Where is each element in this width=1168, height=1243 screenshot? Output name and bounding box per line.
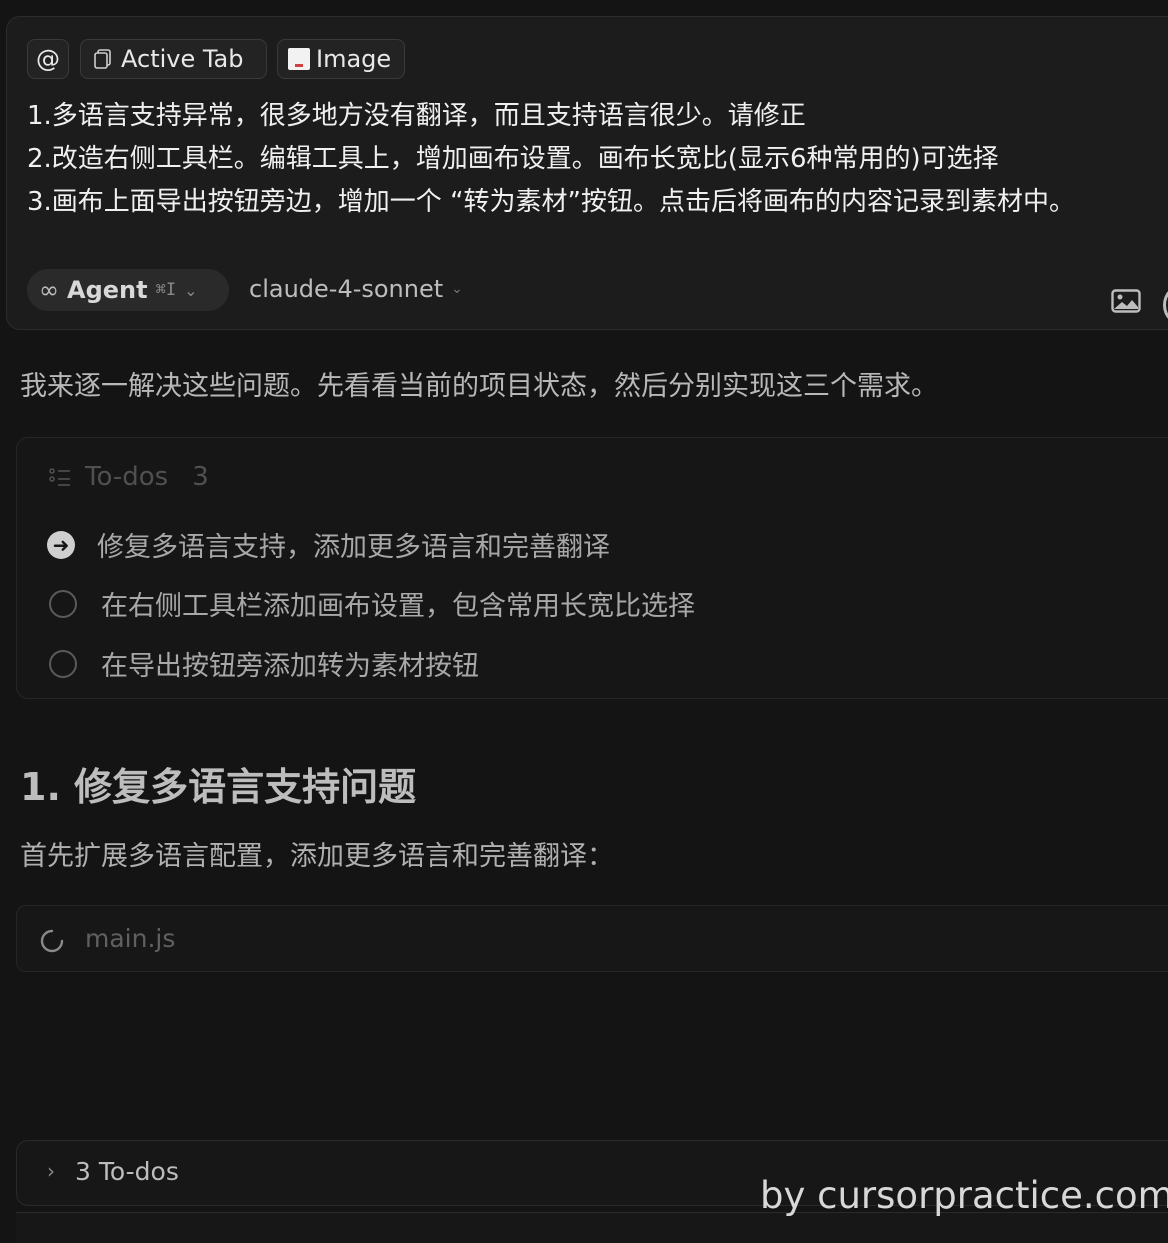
context-chip-label: Image	[316, 45, 392, 73]
todo-count: 3	[192, 462, 209, 492]
model-label: claude-4-sonnet	[249, 275, 444, 303]
image-upload-icon[interactable]	[1111, 289, 1141, 313]
arrow-right-circle-icon: ➜	[47, 530, 75, 559]
todo-item-label: 修复多语言支持，添加更多语言和完善翻译	[97, 532, 610, 563]
todo-title: To-dos	[85, 462, 169, 492]
context-chip-image[interactable]: Image	[277, 39, 405, 79]
send-button[interactable]	[1163, 283, 1168, 327]
prompt-input[interactable]: 1.多语言支持异常，很多地方没有翻译，而且支持语言很少。请修正 2.改造右侧工具…	[27, 95, 1168, 224]
prompt-line: 1.多语言支持异常，很多地方没有翻译，而且支持语言很少。请修正	[27, 101, 806, 131]
todos-collapsed-label: 3 To-dos	[75, 1157, 179, 1186]
assistant-intro-text: 我来逐一解决这些问题。先看看当前的项目状态，然后分别实现这三个需求。	[20, 371, 938, 402]
todo-item: 在右侧工具栏添加画布设置，包含常用长宽比选择	[47, 584, 695, 623]
todo-panel: To-dos 3 ➜ 修复多语言支持，添加更多语言和完善翻译 在右侧工具栏添加画…	[16, 437, 1168, 699]
todo-item: ➜ 修复多语言支持，添加更多语言和完善翻译	[47, 525, 610, 564]
image-thumbnail-icon	[288, 48, 310, 70]
empty-circle-icon	[49, 649, 77, 678]
context-chip-active-tab[interactable]: Active Tab	[80, 39, 267, 79]
file-copy-icon	[94, 49, 111, 69]
todo-item-label: 在右侧工具栏添加画布设置，包含常用长宽比选择	[101, 591, 695, 622]
empty-circle-icon	[49, 589, 77, 618]
at-symbol: @	[36, 45, 60, 73]
file-edit-card[interactable]: main.js	[16, 905, 1168, 972]
section-heading: 1. 修复多语言支持问题	[20, 765, 417, 809]
section-text: 首先扩展多语言配置，添加更多语言和完善翻译：	[20, 841, 614, 872]
chevron-down-icon: ⌄	[451, 281, 463, 297]
mode-selector[interactable]: ∞ Agent ⌘I ⌄	[27, 269, 229, 311]
chevron-right-icon: ›	[47, 1159, 55, 1183]
checklist-icon	[49, 468, 70, 486]
todo-item: 在导出按钮旁添加转为素材按钮	[47, 644, 479, 683]
prompt-line: 2.改造右侧工具栏。编辑工具上，增加画布设置。画布长宽比(显示6种常用的)可选择	[27, 144, 999, 174]
todo-header: To-dos 3	[49, 462, 209, 492]
todo-item-label: 在导出按钮旁添加转为素材按钮	[101, 651, 479, 682]
loading-spinner-icon	[40, 929, 64, 953]
composer-panel: @ Active Tab Image 1.多语言支持异常，很多地方没有翻译，而且…	[6, 16, 1168, 330]
mention-button[interactable]: @	[27, 39, 69, 79]
model-selector[interactable]: claude-4-sonnet ⌄	[249, 275, 463, 303]
infinity-icon: ∞	[39, 276, 59, 304]
chevron-down-icon: ⌄	[184, 280, 198, 300]
mode-shortcut: ⌘I	[155, 280, 177, 300]
mode-label: Agent	[67, 276, 148, 304]
prompt-line: 3.画布上面导出按钮旁边，增加一个 “转为素材”按钮。点击后将画布的内容记录到素…	[27, 187, 1076, 217]
context-chip-label: Active Tab	[121, 45, 244, 73]
watermark: by cursorpractice.com	[760, 1174, 1168, 1217]
file-name: main.js	[85, 924, 176, 953]
